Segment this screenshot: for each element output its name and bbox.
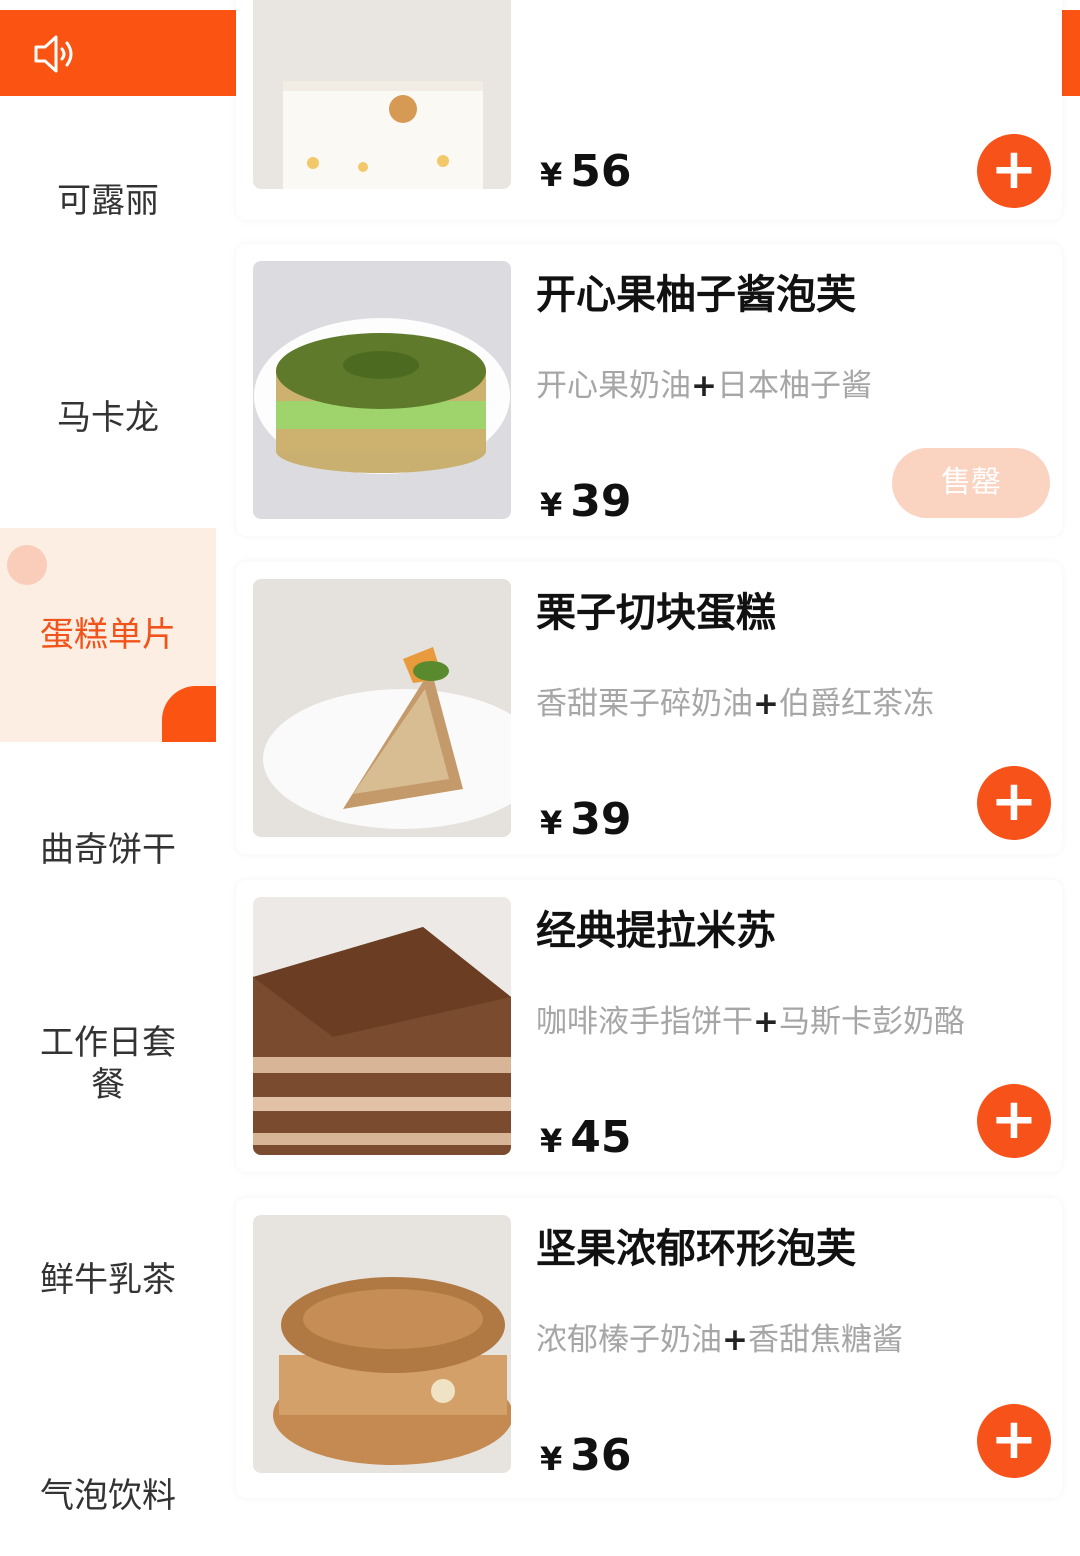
- product-card[interactable]: 坚果浓郁环形泡芙 浓郁榛子奶油+香甜焦糖酱 ¥36 +: [236, 1198, 1062, 1498]
- product-photo: [253, 0, 511, 189]
- product-description: 咖啡液手指饼干+马斯卡彭奶酪: [536, 1004, 965, 1040]
- product-price: ¥36: [540, 1430, 632, 1481]
- category-item-canele[interactable]: 可露丽: [0, 146, 216, 256]
- category-item-cookies[interactable]: 曲奇饼干: [0, 790, 216, 910]
- product-photo: [253, 1215, 511, 1473]
- product-photo: [253, 897, 511, 1155]
- add-to-cart-button[interactable]: +: [977, 1404, 1051, 1478]
- product-description: 香甜栗子碎奶油+伯爵红茶冻: [536, 686, 934, 722]
- category-item-cake-slice[interactable]: 蛋糕单片: [0, 528, 216, 742]
- sold-out-badge: 售罄: [892, 448, 1050, 518]
- category-item-macaron[interactable]: 马卡龙: [0, 358, 216, 478]
- category-item-milk-tea[interactable]: 鲜牛乳茶: [0, 1220, 216, 1340]
- product-name: 坚果浓郁环形泡芙: [536, 1226, 856, 1272]
- category-label: 马卡龙: [57, 398, 159, 438]
- product-price: ¥39: [540, 476, 632, 527]
- category-label: 鲜牛乳茶: [40, 1260, 176, 1300]
- category-item-weekday-set[interactable]: 工作日套餐: [0, 1004, 216, 1124]
- product-photo: [253, 579, 511, 837]
- add-to-cart-button[interactable]: +: [977, 766, 1051, 840]
- category-sidebar: 可露丽 马卡龙 蛋糕单片 曲奇饼干 工作日套餐 鲜牛乳茶 气泡饮料: [0, 96, 216, 1516]
- category-label: 曲奇饼干: [40, 830, 176, 870]
- product-price: ¥39: [540, 794, 632, 845]
- product-card[interactable]: 经典提拉米苏 咖啡液手指饼干+马斯卡彭奶酪 ¥45 +: [236, 880, 1062, 1172]
- add-to-cart-button[interactable]: +: [977, 1084, 1051, 1158]
- product-card[interactable]: 栗子切块蛋糕 香甜栗子碎奶油+伯爵红茶冻 ¥39 +: [236, 562, 1062, 854]
- product-description: 开心果奶油+日本柚子酱: [536, 368, 872, 404]
- active-decoration-corner: [162, 686, 216, 742]
- product-photo: [253, 261, 511, 519]
- category-label: 工作日套餐: [40, 1023, 176, 1105]
- category-label: 气泡饮料: [40, 1476, 176, 1516]
- product-price: ¥45: [540, 1112, 632, 1163]
- product-card[interactable]: ¥56 +: [236, 0, 1062, 220]
- product-name: 经典提拉米苏: [536, 908, 776, 954]
- product-name: 开心果柚子酱泡芙: [536, 272, 856, 318]
- product-card[interactable]: 开心果柚子酱泡芙 开心果奶油+日本柚子酱 ¥39 售罄: [236, 244, 1062, 536]
- category-label: 可露丽: [57, 181, 159, 221]
- category-label: 蛋糕单片: [40, 615, 176, 655]
- category-item-sparkling-drinks[interactable]: 气泡饮料: [0, 1436, 216, 1556]
- product-description: 浓郁榛子奶油+香甜焦糖酱: [536, 1322, 903, 1358]
- product-price: ¥56: [540, 146, 632, 197]
- speaker-icon[interactable]: [32, 32, 80, 76]
- product-name: 栗子切块蛋糕: [536, 590, 776, 636]
- add-to-cart-button[interactable]: +: [977, 134, 1051, 208]
- active-decoration-dot: [7, 545, 47, 585]
